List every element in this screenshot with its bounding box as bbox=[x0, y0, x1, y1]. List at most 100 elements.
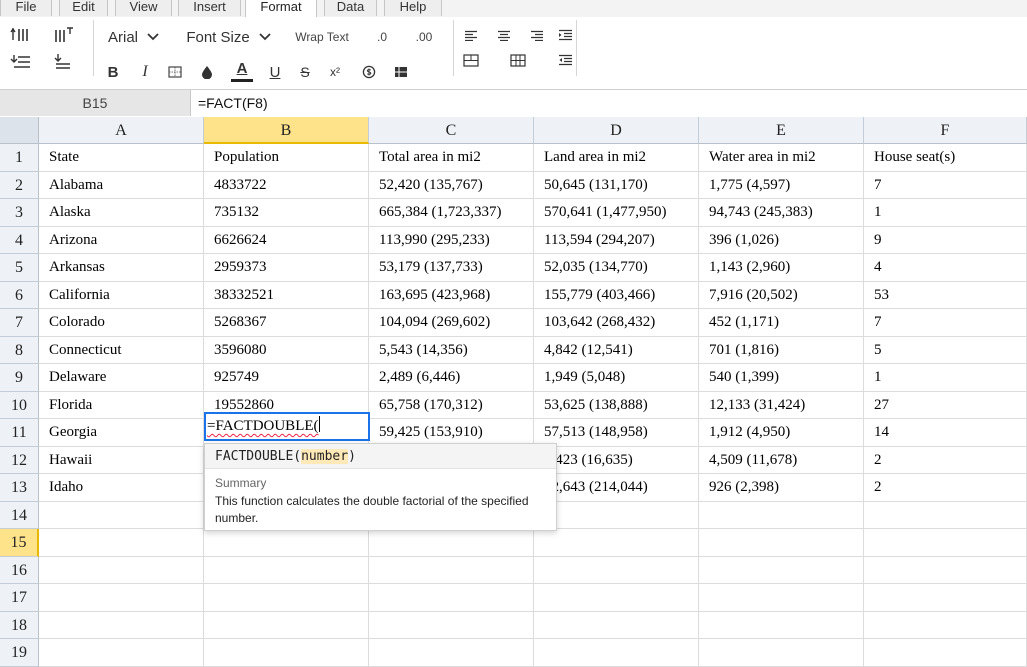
column-header-a[interactable]: A bbox=[39, 117, 204, 144]
cell-e4[interactable]: 396 (1,026) bbox=[699, 226, 864, 254]
insert-columns-icon[interactable] bbox=[50, 24, 76, 46]
cell-e7[interactable]: 452 (1,171) bbox=[699, 309, 864, 337]
tab-format[interactable]: Format bbox=[245, 0, 317, 18]
cell-a2[interactable]: Alabama bbox=[39, 171, 204, 199]
row-header-18[interactable]: 18 bbox=[0, 611, 39, 639]
name-box[interactable]: B15 bbox=[0, 90, 191, 116]
cell-f15[interactable] bbox=[864, 529, 1027, 557]
cell-b2[interactable]: 4833722 bbox=[204, 171, 369, 199]
cell-f10[interactable]: 27 bbox=[864, 391, 1027, 419]
row-header-1[interactable]: 1 bbox=[0, 144, 39, 172]
decrease-indent-icon[interactable] bbox=[554, 50, 576, 70]
cell-a4[interactable]: Arizona bbox=[39, 226, 204, 254]
cell-d8[interactable]: 4,842 (12,541) bbox=[534, 336, 699, 364]
cell-e9[interactable]: 540 (1,399) bbox=[699, 364, 864, 392]
cell-b9[interactable]: 925749 bbox=[204, 364, 369, 392]
cell-d2[interactable]: 50,645 (131,170) bbox=[534, 171, 699, 199]
cell-a10[interactable]: Florida bbox=[39, 391, 204, 419]
align-right-icon[interactable] bbox=[526, 25, 548, 45]
cell-a15[interactable] bbox=[39, 529, 204, 557]
cell-d10[interactable]: 53,625 (138,888) bbox=[534, 391, 699, 419]
cell-b4[interactable]: 6626624 bbox=[204, 226, 369, 254]
column-header-b[interactable]: B bbox=[204, 117, 369, 144]
cell-e3[interactable]: 94,743 (245,383) bbox=[699, 199, 864, 227]
cell-f17[interactable] bbox=[864, 584, 1027, 612]
cell-e18[interactable] bbox=[699, 611, 864, 639]
insert-rows-icon[interactable] bbox=[8, 24, 34, 46]
cell-e11[interactable]: 1,912 (4,950) bbox=[699, 419, 864, 447]
cell-a9[interactable]: Delaware bbox=[39, 364, 204, 392]
cell-b3[interactable]: 735132 bbox=[204, 199, 369, 227]
cell-a18[interactable] bbox=[39, 611, 204, 639]
cell-d9[interactable]: 1,949 (5,048) bbox=[534, 364, 699, 392]
cell-e8[interactable]: 701 (1,816) bbox=[699, 336, 864, 364]
align-center-icon[interactable] bbox=[493, 25, 515, 45]
row-header-6[interactable]: 6 bbox=[0, 281, 39, 309]
cell-e15[interactable] bbox=[699, 529, 864, 557]
row-header-5[interactable]: 5 bbox=[0, 254, 39, 282]
row-header-11[interactable]: 11 bbox=[0, 419, 39, 447]
row-header-3[interactable]: 3 bbox=[0, 199, 39, 227]
cell-d11[interactable]: 57,513 (148,958) bbox=[534, 419, 699, 447]
row-header-4[interactable]: 4 bbox=[0, 226, 39, 254]
increase-indent-icon[interactable] bbox=[554, 25, 576, 45]
formula-input[interactable]: =FACT(F8) bbox=[198, 90, 268, 116]
merge-cells-icon[interactable] bbox=[460, 50, 482, 70]
cell-a8[interactable]: Connecticut bbox=[39, 336, 204, 364]
row-header-13[interactable]: 13 bbox=[0, 474, 39, 502]
cell-a14[interactable] bbox=[39, 501, 204, 529]
strikethrough-button[interactable]: S bbox=[294, 61, 316, 83]
tab-insert[interactable]: Insert bbox=[178, 0, 241, 16]
column-header-c[interactable]: C bbox=[369, 117, 534, 144]
cell-c3[interactable]: 665,384 (1,723,337) bbox=[369, 199, 534, 227]
bold-button[interactable]: B bbox=[102, 61, 124, 83]
row-header-17[interactable]: 17 bbox=[0, 584, 39, 612]
cell-d18[interactable] bbox=[534, 611, 699, 639]
cell-b18[interactable] bbox=[204, 611, 369, 639]
cell-c9[interactable]: 2,489 (6,446) bbox=[369, 364, 534, 392]
cell-f9[interactable]: 1 bbox=[864, 364, 1027, 392]
cell-d3[interactable]: 570,641 (1,477,950) bbox=[534, 199, 699, 227]
cell-f11[interactable]: 14 bbox=[864, 419, 1027, 447]
font-size-select[interactable]: Font Size bbox=[180, 25, 278, 49]
cell-f6[interactable]: 53 bbox=[864, 281, 1027, 309]
conditional-format-icon[interactable] bbox=[390, 61, 412, 83]
column-header-d[interactable]: D bbox=[534, 117, 699, 144]
cell-e13[interactable]: 926 (2,398) bbox=[699, 474, 864, 502]
cell-f14[interactable] bbox=[864, 501, 1027, 529]
cell-a11[interactable]: Georgia bbox=[39, 419, 204, 447]
cell-e1[interactable]: Water area in mi2 bbox=[699, 144, 864, 172]
delete-rows-icon[interactable] bbox=[8, 50, 34, 72]
tab-view[interactable]: View bbox=[115, 0, 172, 16]
row-header-14[interactable]: 14 bbox=[0, 501, 39, 529]
cell-f5[interactable]: 4 bbox=[864, 254, 1027, 282]
underline-button[interactable]: U bbox=[264, 61, 286, 83]
cell-d19[interactable] bbox=[534, 639, 699, 667]
cell-f13[interactable]: 2 bbox=[864, 474, 1027, 502]
cell-d14[interactable] bbox=[534, 501, 699, 529]
cell-f16[interactable] bbox=[864, 556, 1027, 584]
row-header-12[interactable]: 12 bbox=[0, 446, 39, 474]
cell-d13[interactable]: 82,643 (214,044) bbox=[534, 474, 699, 502]
column-header-e[interactable]: E bbox=[699, 117, 864, 144]
delete-columns-icon[interactable] bbox=[50, 50, 76, 72]
cell-d6[interactable]: 155,779 (403,466) bbox=[534, 281, 699, 309]
italic-button[interactable]: I bbox=[134, 61, 156, 83]
row-header-8[interactable]: 8 bbox=[0, 336, 39, 364]
cell-b17[interactable] bbox=[204, 584, 369, 612]
tab-help[interactable]: Help bbox=[384, 0, 442, 16]
cell-d4[interactable]: 113,594 (294,207) bbox=[534, 226, 699, 254]
cell-c4[interactable]: 113,990 (295,233) bbox=[369, 226, 534, 254]
cell-b16[interactable] bbox=[204, 556, 369, 584]
cell-a1[interactable]: State bbox=[39, 144, 204, 172]
cell-b15[interactable] bbox=[204, 529, 369, 557]
cell-d17[interactable] bbox=[534, 584, 699, 612]
cell-e12[interactable]: 4,509 (11,678) bbox=[699, 446, 864, 474]
cell-d12[interactable]: 6,423 (16,635) bbox=[534, 446, 699, 474]
fill-color-icon[interactable] bbox=[196, 61, 218, 83]
cell-e6[interactable]: 7,916 (20,502) bbox=[699, 281, 864, 309]
decrease-decimal-button[interactable]: .0 bbox=[368, 25, 396, 49]
row-header-2[interactable]: 2 bbox=[0, 171, 39, 199]
borders-icon[interactable] bbox=[164, 61, 186, 83]
cell-a7[interactable]: Colorado bbox=[39, 309, 204, 337]
